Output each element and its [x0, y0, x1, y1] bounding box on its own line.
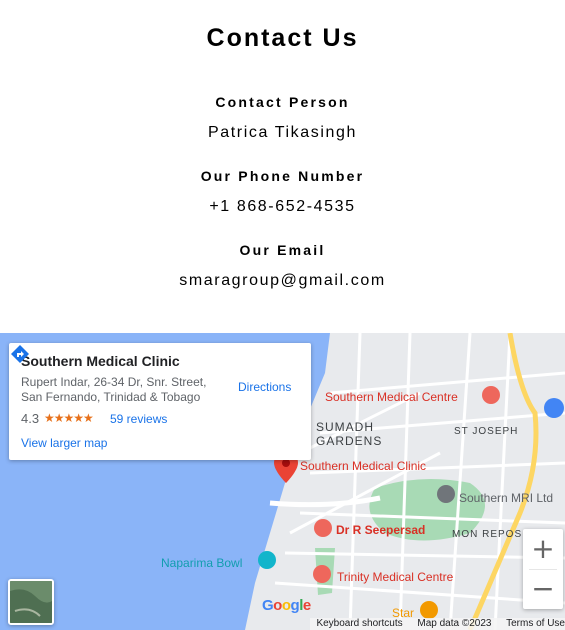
place-name: Southern Medical Clinic: [21, 353, 180, 369]
zoom-controls: + −: [523, 529, 563, 609]
label-trinity-medical-centre[interactable]: Trinity Medical Centre: [337, 570, 453, 584]
zoom-in-button[interactable]: +: [523, 529, 563, 569]
reviews-link[interactable]: 59 reviews: [110, 412, 167, 426]
contact-section: Contact Us Contact Person Patrica Tikasi…: [0, 0, 565, 333]
embedded-map[interactable]: Southern Medical Centre SUMADH GARDENS S…: [0, 333, 565, 630]
rating-stars-icon: ★★★★★: [44, 411, 94, 425]
keyboard-shortcuts-link[interactable]: Keyboard shortcuts: [316, 618, 402, 629]
satellite-thumbnail-icon: [10, 581, 52, 623]
label-southern-medical-clinic[interactable]: Southern Medical Clinic: [300, 459, 426, 473]
page-title: Contact Us: [206, 24, 359, 52]
terms-link[interactable]: Terms of Use: [506, 618, 565, 629]
label-sumadh: SUMADH: [316, 420, 375, 434]
map-attribution: Keyboard shortcuts Map data ©2023 Terms …: [310, 618, 565, 630]
place-rating: 4.3: [21, 411, 40, 426]
map-data-text: Map data ©2023: [417, 618, 492, 629]
view-larger-map-link[interactable]: View larger map: [21, 436, 107, 450]
place-card: Southern Medical Clinic Rupert Indar, 26…: [9, 343, 311, 460]
phone-number: +1 868-652-4535: [209, 198, 356, 215]
contact-person-label: Contact Person: [215, 94, 350, 110]
label-naparima-bowl[interactable]: Naparima Bowl: [161, 556, 242, 570]
google-logo: Google: [262, 597, 311, 614]
label-st-joseph: ST JOSEPH: [454, 426, 519, 437]
email-address: smaragroup@gmail.com: [179, 272, 386, 289]
label-mon-repos: MON REPOS: [452, 529, 523, 540]
phone-label: Our Phone Number: [200, 168, 365, 184]
directions-icon[interactable]: [9, 343, 31, 365]
label-dr-seepersad[interactable]: Dr R Seepersad: [336, 523, 425, 537]
label-gardens: GARDENS: [316, 434, 383, 448]
satellite-toggle[interactable]: [8, 579, 54, 625]
contact-person-name: Patrica Tikasingh: [207, 124, 358, 141]
zoom-out-button[interactable]: −: [523, 569, 563, 609]
directions-link[interactable]: Directions: [238, 380, 291, 394]
place-address: Rupert Indar, 26-34 Dr, Snr. Street, San…: [21, 375, 207, 404]
email-label: Our Email: [239, 242, 326, 258]
label-southern-medical-centre[interactable]: Southern Medical Centre: [325, 390, 458, 404]
label-southern-mri[interactable]: Southern MRI Ltd: [459, 491, 553, 505]
